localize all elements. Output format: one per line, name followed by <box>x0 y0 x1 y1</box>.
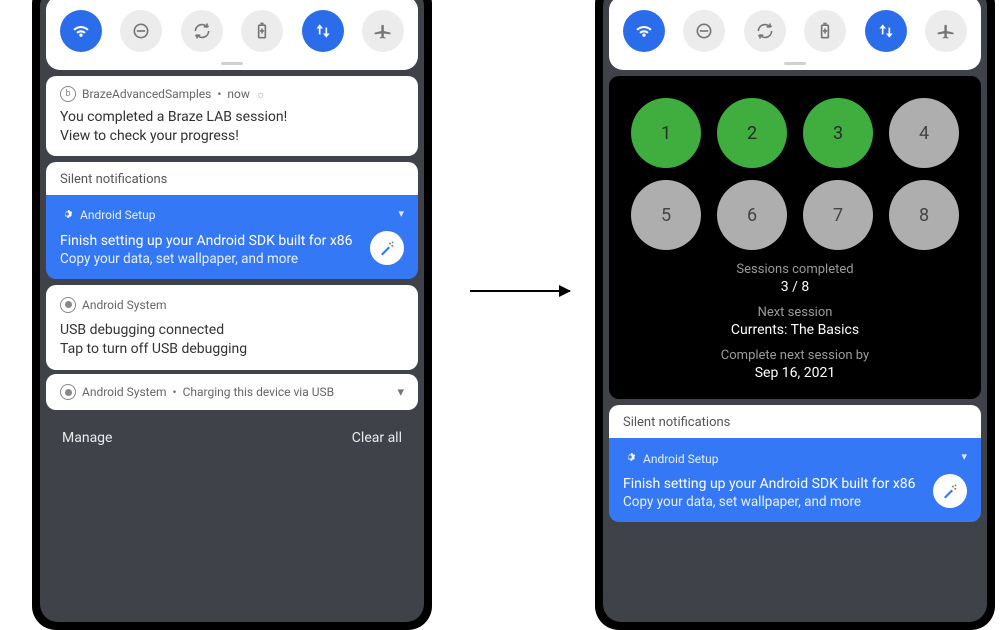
session-dot[interactable]: 5 <box>631 180 701 250</box>
quick-settings-panel <box>46 0 418 70</box>
phone-right: 1234 5678 Sessions completed 3 / 8 Next … <box>595 0 995 630</box>
screen-right: 1234 5678 Sessions completed 3 / 8 Next … <box>603 0 987 622</box>
notification-usb-debugging[interactable]: Android System USB debugging connected T… <box>46 285 418 371</box>
session-row: 1234 <box>621 98 969 168</box>
screen-left: b BrazeAdvancedSamples • now ☼ You compl… <box>40 0 424 622</box>
sessions-completed-label: Sessions completed <box>621 262 969 277</box>
android-system-icon <box>60 384 76 400</box>
notification-footer: Manage Clear all <box>40 416 424 460</box>
session-dot[interactable]: 7 <box>803 180 873 250</box>
clear-all-button[interactable]: Clear all <box>352 430 402 446</box>
setup-app-name: Android Setup <box>80 208 155 222</box>
drag-handle[interactable] <box>221 62 243 65</box>
session-row: 5678 <box>621 180 969 250</box>
data-icon[interactable] <box>865 10 907 52</box>
gear-icon <box>623 450 637 467</box>
chevron-down-icon[interactable]: ▾ <box>398 207 404 220</box>
rotate-icon[interactable] <box>744 10 786 52</box>
chevron-down-icon[interactable]: ▾ <box>397 385 404 400</box>
notification-android-setup[interactable]: Android Setup ▾ Finish setting up your A… <box>609 438 981 522</box>
gear-icon <box>60 207 74 224</box>
progress-card[interactable]: 1234 5678 Sessions completed 3 / 8 Next … <box>609 76 981 399</box>
notif-time: now <box>227 87 250 101</box>
airplane-icon[interactable] <box>362 10 404 52</box>
setup-title: Finish setting up your Android SDK built… <box>623 475 967 494</box>
dnd-icon[interactable] <box>120 10 162 52</box>
setup-subtitle: Copy your data, set wallpaper, and more <box>60 251 404 267</box>
notification-braze[interactable]: b BrazeAdvancedSamples • now ☼ You compl… <box>46 76 418 156</box>
wand-icon <box>370 231 404 265</box>
next-session-value: Currents: The Basics <box>621 322 969 338</box>
bell-icon: ☼ <box>256 88 266 101</box>
session-dot[interactable]: 2 <box>717 98 787 168</box>
setup-title: Finish setting up your Android SDK built… <box>60 232 404 251</box>
due-label: Complete next session by <box>621 348 969 363</box>
notification-android-setup[interactable]: Android Setup ▾ Finish setting up your A… <box>46 195 418 279</box>
notif-app-name: BrazeAdvancedSamples <box>82 87 211 101</box>
battery-saver-icon[interactable] <box>241 10 283 52</box>
session-dot[interactable]: 1 <box>631 98 701 168</box>
app-icon: b <box>60 86 76 102</box>
wifi-icon[interactable] <box>623 10 665 52</box>
session-dot[interactable]: 4 <box>889 98 959 168</box>
wand-icon <box>933 474 967 508</box>
rotate-icon[interactable] <box>181 10 223 52</box>
notif-line: You completed a Braze LAB session! <box>60 108 404 127</box>
dnd-icon[interactable] <box>683 10 725 52</box>
drag-handle[interactable] <box>784 62 806 65</box>
android-system-icon <box>60 297 76 313</box>
arrow-icon <box>470 290 570 292</box>
notif-line: View to check your progress! <box>60 127 404 146</box>
wifi-icon[interactable] <box>60 10 102 52</box>
sessions-completed-value: 3 / 8 <box>621 279 969 295</box>
battery-saver-icon[interactable] <box>804 10 846 52</box>
setup-subtitle: Copy your data, set wallpaper, and more <box>623 494 967 510</box>
airplane-icon[interactable] <box>925 10 967 52</box>
phone-left: b BrazeAdvancedSamples • now ☼ You compl… <box>32 0 432 630</box>
session-dot[interactable]: 3 <box>803 98 873 168</box>
next-session-label: Next session <box>621 305 969 320</box>
session-dot[interactable]: 8 <box>889 180 959 250</box>
silent-notifications-header: Silent notifications <box>46 162 418 195</box>
data-icon[interactable] <box>302 10 344 52</box>
manage-button[interactable]: Manage <box>62 430 112 446</box>
due-value: Sep 16, 2021 <box>621 365 969 381</box>
chevron-down-icon[interactable]: ▾ <box>961 450 967 463</box>
setup-app-name: Android Setup <box>643 452 718 466</box>
silent-notifications-header: Silent notifications <box>609 405 981 438</box>
notification-charging[interactable]: Android System • Charging this device vi… <box>46 374 418 410</box>
quick-settings-panel <box>609 0 981 70</box>
session-dot[interactable]: 6 <box>717 180 787 250</box>
